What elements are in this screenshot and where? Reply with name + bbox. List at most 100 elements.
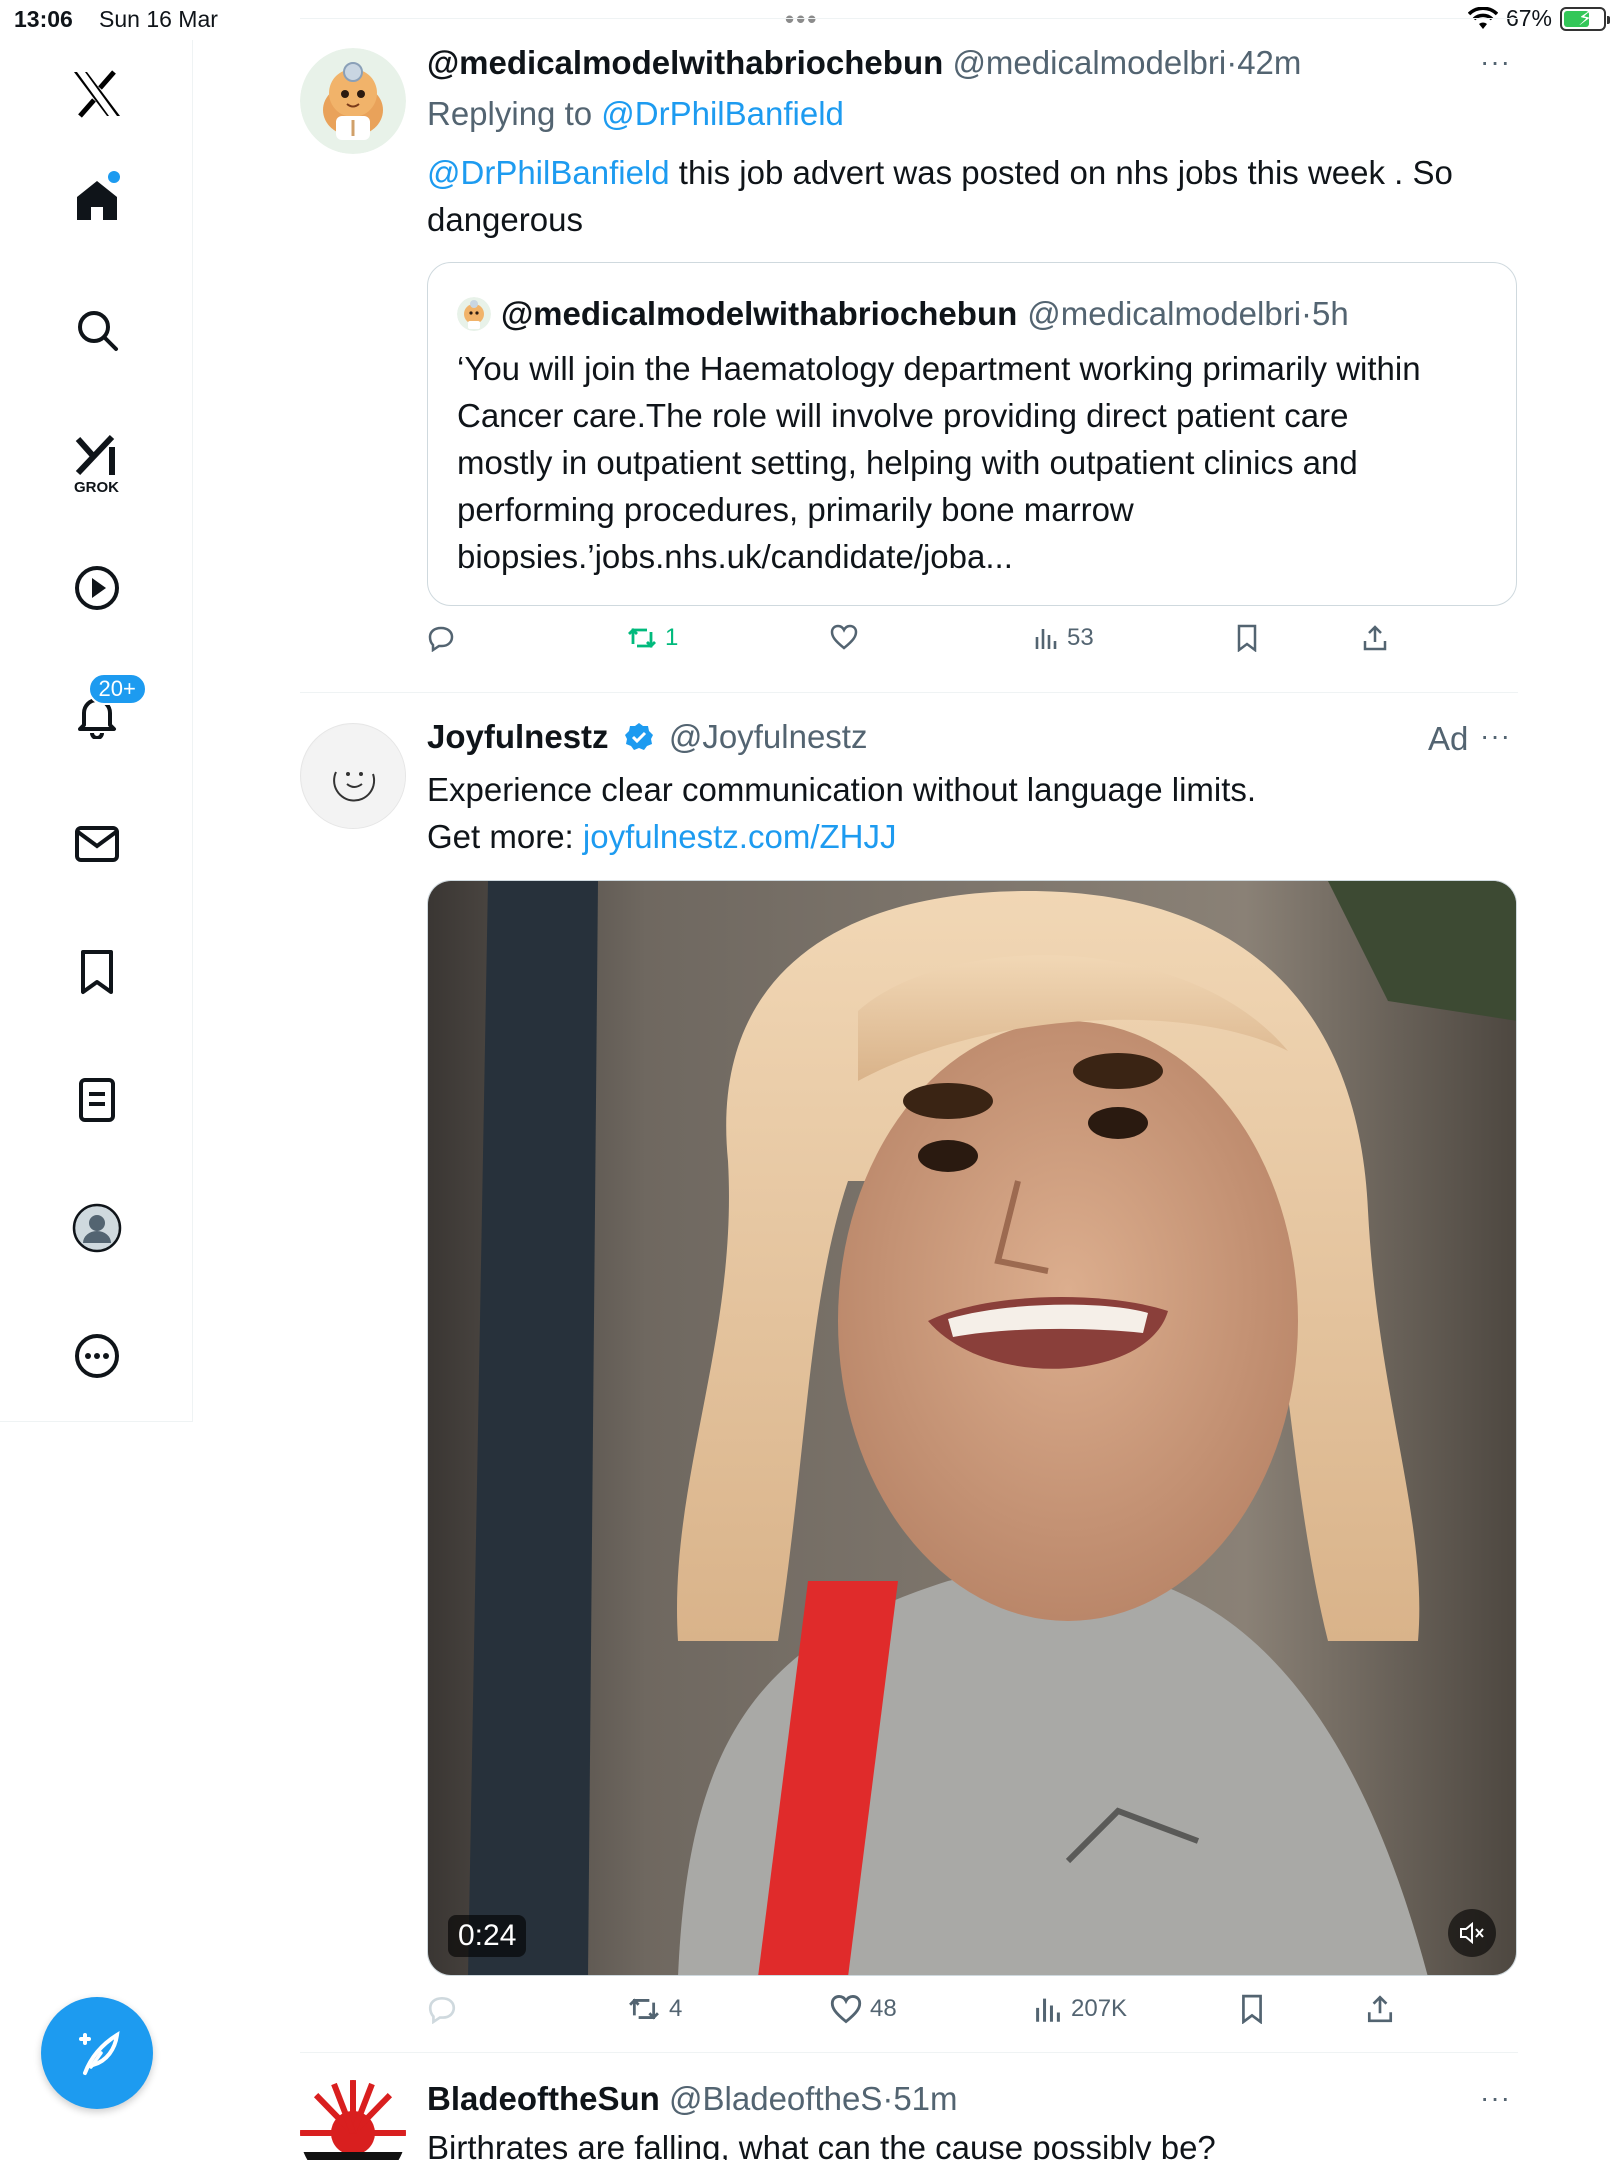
status-time: 13:06 — [14, 6, 73, 32]
tweet-text: Birthrates are falling, what can the cau… — [427, 2129, 1216, 2160]
retweet-button[interactable]: 1 — [627, 624, 678, 652]
views-count: 207K — [1071, 1995, 1128, 2022]
ad-link[interactable]: joyfulnestz.com/ZHJJ — [583, 818, 897, 855]
tweet-mention-link[interactable]: @DrPhilBanfield — [427, 154, 670, 191]
quoted-text-line: mostly in outpatient setting, helping wi… — [457, 444, 1358, 481]
bookmark-icon — [1242, 1994, 1262, 2024]
ad-header: Joyfulnestz @Joyfulnestz — [427, 718, 867, 756]
quoted-separator: · — [1301, 295, 1313, 332]
sidebar-item-video[interactable] — [0, 558, 193, 618]
heart-icon — [830, 1994, 862, 2024]
retweet-count: 4 — [669, 1995, 683, 2022]
retweet-count: 1 — [665, 624, 679, 651]
tweet-author-name[interactable]: @medicalmodelwithabriochebun — [427, 44, 943, 81]
quoted-tweet-header: @medicalmodelwithabriochebun @medicalmod… — [457, 295, 1349, 333]
tweet-time[interactable]: 42m — [1237, 44, 1301, 81]
reply-button[interactable] — [427, 1994, 457, 2024]
ad-text: Experience clear communication without l… — [427, 766, 1517, 860]
sidebar-item-profile[interactable] — [0, 1198, 193, 1258]
sidebar-item-lists[interactable] — [0, 1070, 193, 1130]
feed-divider — [300, 2052, 1518, 2053]
share-button[interactable] — [1362, 624, 1388, 652]
quoted-text-line: biopsies.’jobs.nhs.uk/candidate/joba... — [457, 538, 1013, 575]
tweet-author-name[interactable]: BladeoftheSun — [427, 2080, 660, 2117]
quoted-text-line: Cancer care.The role will involve provid… — [457, 397, 1349, 434]
tweet-time[interactable]: 51m — [893, 2080, 957, 2117]
bookmark-icon — [80, 950, 113, 994]
sidebar-item-home[interactable] — [0, 170, 193, 230]
home-notification-dot — [107, 171, 120, 183]
like-button[interactable]: 48 — [830, 1994, 897, 2024]
ad-author-name[interactable]: Joyfulnestz — [427, 718, 609, 755]
tweet-author-handle[interactable]: @medicalmodelbri — [952, 44, 1226, 81]
views-button[interactable]: 207K — [1033, 1994, 1127, 2024]
mute-button[interactable] — [1448, 1909, 1496, 1957]
play-icon — [74, 566, 119, 610]
tweet-avatar[interactable] — [300, 48, 406, 154]
bookmark-button[interactable] — [1239, 1994, 1265, 2024]
share-icon — [1367, 1995, 1393, 2023]
bookmark-icon — [1237, 624, 1257, 652]
retweet-icon — [628, 628, 656, 648]
tweet-actions: 1 53 — [427, 624, 1517, 664]
x-logo-icon[interactable] — [0, 64, 193, 124]
retweet-icon — [629, 1998, 659, 2020]
grok-label: GROK — [74, 478, 119, 496]
tweet-more-icon[interactable]: ··· — [1480, 2082, 1511, 2114]
views-count: 53 — [1067, 624, 1094, 651]
sidebar-item-notifications[interactable]: 20+ — [0, 673, 193, 746]
views-icon — [1035, 629, 1057, 649]
reply-button[interactable] — [427, 624, 455, 652]
replying-to: Replying to @DrPhilBanfield — [427, 90, 844, 137]
profile-avatar — [72, 1203, 121, 1253]
views-button[interactable]: 53 — [1033, 624, 1094, 652]
quoted-text-line: performing procedures, primarily bone ma… — [457, 491, 1134, 528]
compose-button[interactable] — [41, 1997, 153, 2109]
tweet-avatar[interactable] — [300, 2080, 406, 2160]
tweet-text-line2: dangerous — [427, 201, 583, 238]
ad-avatar[interactable] — [300, 723, 406, 829]
views-icon — [1036, 1998, 1060, 2022]
sidebar: GROK 20+ — [0, 40, 193, 1422]
share-button[interactable] — [1365, 1994, 1395, 2024]
like-button[interactable] — [830, 624, 858, 650]
tweet-separator: · — [882, 2080, 894, 2117]
tweet-header: BladeoftheSun @BladeoftheS·51m — [427, 2080, 958, 2118]
retweet-button[interactable]: 4 — [627, 1994, 682, 2024]
ad-more-icon[interactable]: ··· — [1480, 720, 1511, 752]
sidebar-item-bookmarks[interactable] — [0, 942, 193, 1002]
bookmark-button[interactable] — [1235, 624, 1259, 652]
ad-actions: 4 48 207K — [427, 1994, 1517, 2034]
quoted-tweet-text: ‘You will join the Haematology departmen… — [457, 345, 1497, 580]
list-icon — [78, 1078, 115, 1122]
ad-author-handle[interactable]: @Joyfulnestz — [669, 718, 868, 755]
video-frame — [428, 881, 1516, 1975]
quoted-author-handle: @medicalmodelbri — [1027, 295, 1302, 332]
status-bar: 13:06 Sun 16 Mar ••• 67% ⚡ — [0, 0, 1620, 40]
sidebar-item-explore[interactable] — [0, 300, 193, 360]
feed-divider — [300, 692, 1518, 693]
quoted-author-name: @medicalmodelwithabriochebun — [501, 295, 1018, 332]
sidebar-item-more[interactable] — [0, 1326, 193, 1386]
mail-icon — [74, 826, 119, 862]
tweet-more-icon[interactable]: ··· — [1480, 46, 1511, 78]
tweet-text-line1: this job advert was posted on nhs jobs t… — [669, 154, 1453, 191]
more-circle-icon — [74, 1334, 119, 1378]
notification-badge: 20+ — [87, 673, 147, 705]
sidebar-item-grok[interactable]: GROK — [0, 424, 193, 504]
grok-icon — [75, 434, 115, 475]
muted-speaker-icon — [1460, 1921, 1484, 1945]
multitask-dots[interactable]: ••• — [785, 4, 818, 35]
replying-to-link[interactable]: @DrPhilBanfield — [601, 95, 844, 132]
share-icon — [1363, 625, 1387, 651]
tweet-author-handle[interactable]: @BladeoftheS — [669, 2080, 882, 2117]
home-icon — [76, 181, 117, 220]
sidebar-item-messages[interactable] — [0, 814, 193, 874]
ad-text-prefix: Get more: — [427, 818, 583, 855]
quoted-tweet[interactable]: @medicalmodelwithabriochebun @medicalmod… — [427, 262, 1517, 606]
compose-feather-icon — [79, 2031, 120, 2075]
reply-icon — [428, 1996, 456, 2024]
tweet-separator: · — [1226, 44, 1238, 81]
ad-video[interactable]: 0:24 — [427, 880, 1517, 1976]
replying-to-prefix: Replying to — [427, 95, 593, 132]
